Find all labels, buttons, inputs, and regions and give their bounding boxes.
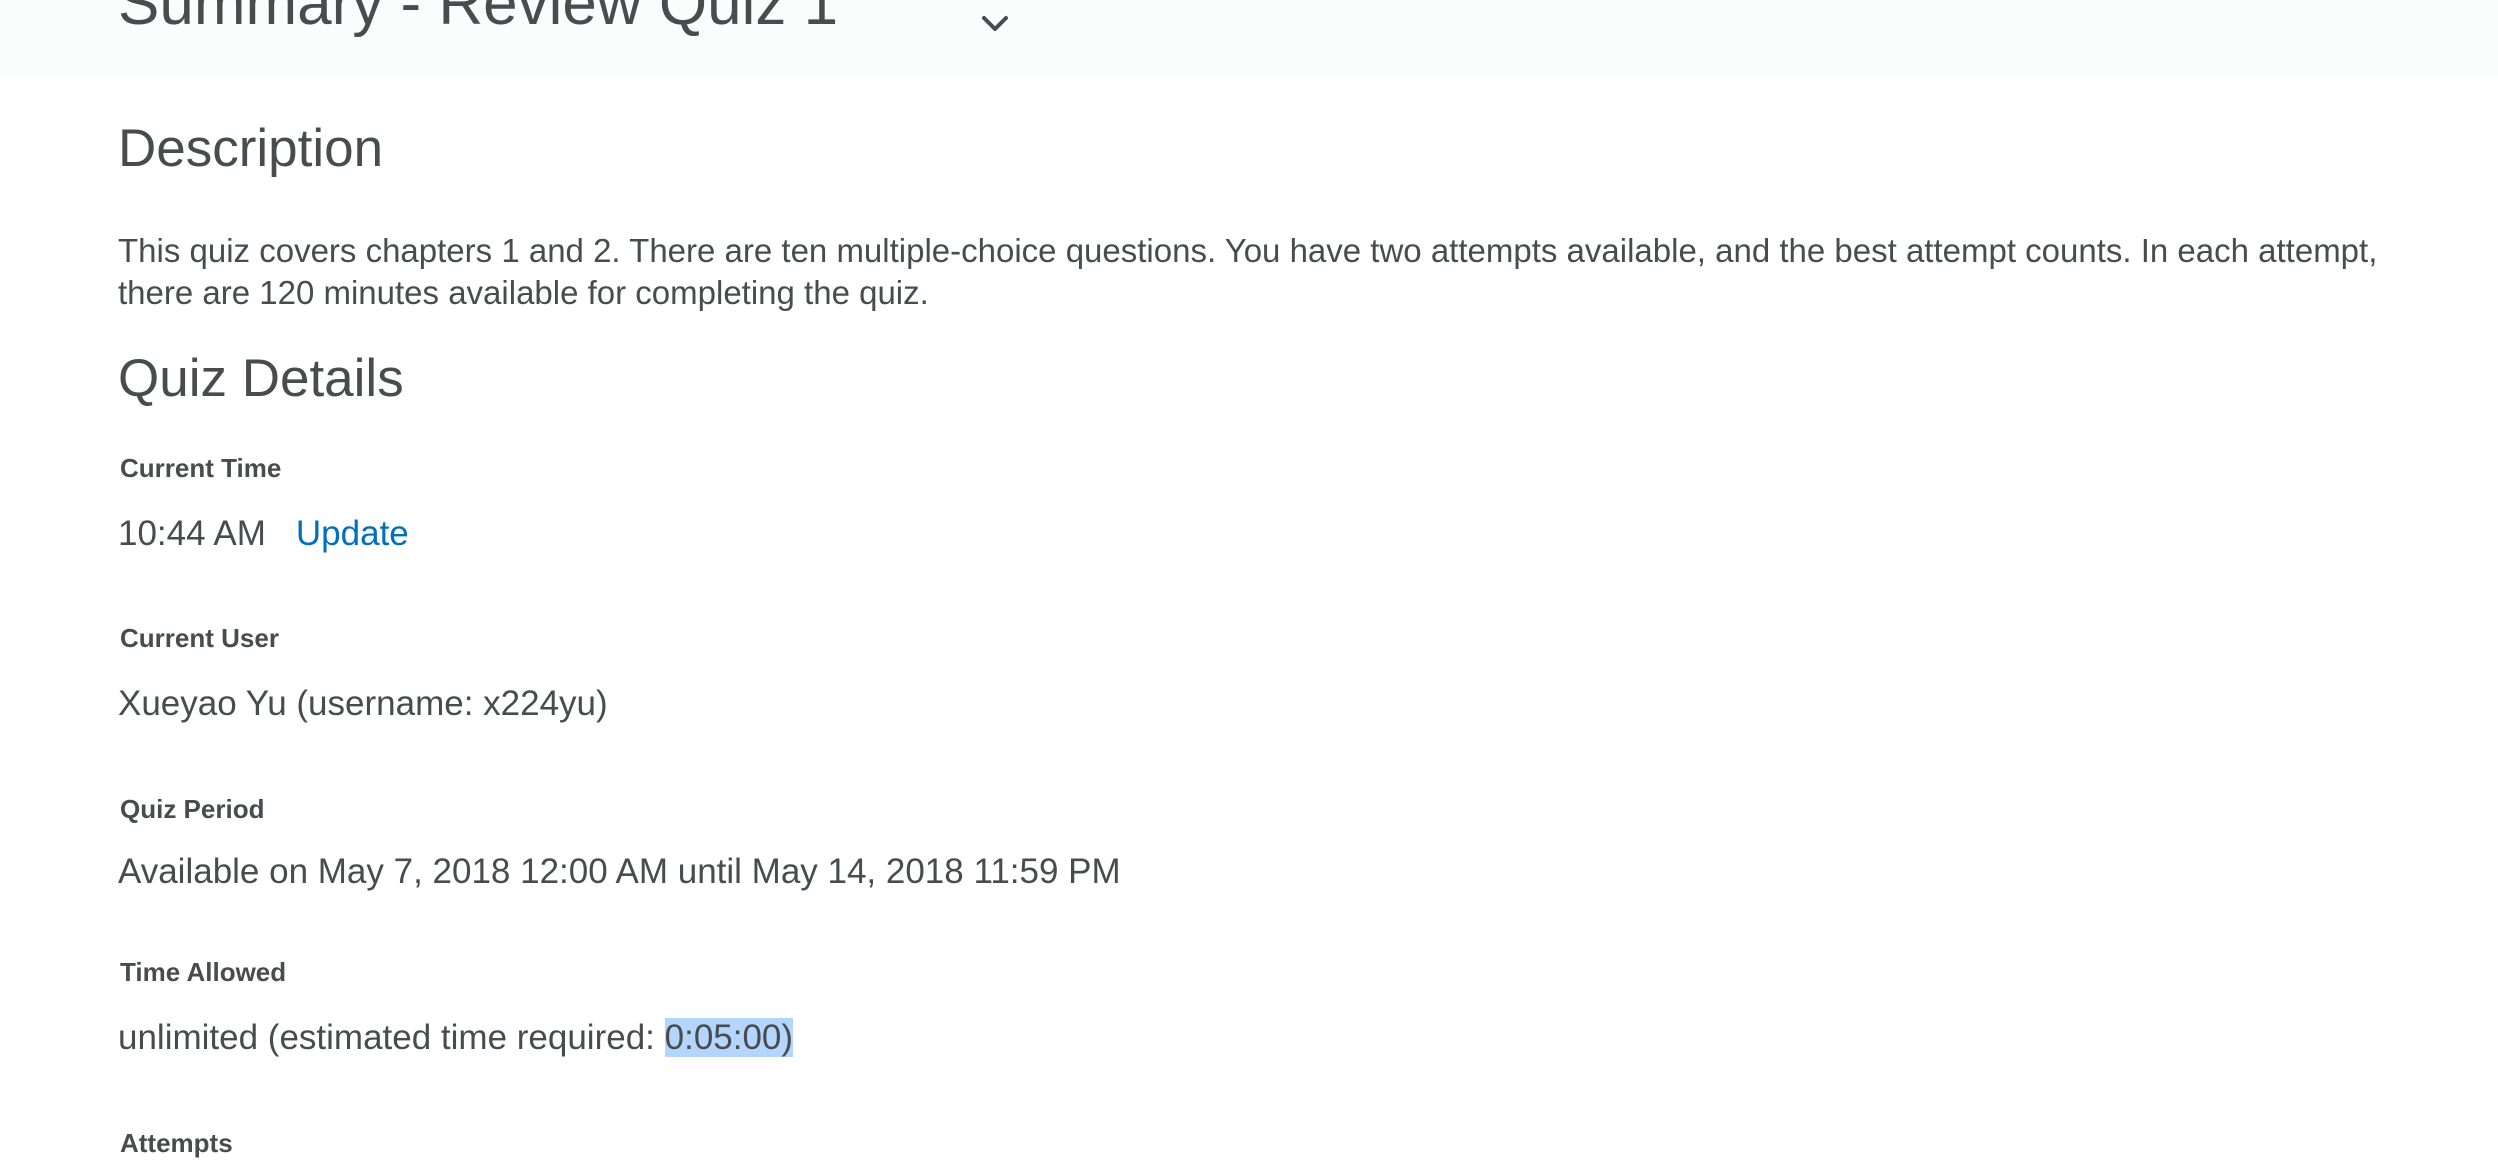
current-user-label: Current User bbox=[120, 623, 279, 653]
title-bar: Summary - Review Quiz 1 bbox=[0, 0, 2498, 74]
time-allowed-value: unlimited (estimated time required: bbox=[118, 1018, 665, 1057]
quiz-period-value: Available on May 7, 2018 12:00 AM until … bbox=[118, 852, 1121, 891]
current-user-value: Xueyao Yu (username: x224yu) bbox=[118, 684, 608, 723]
chevron-down-icon[interactable] bbox=[978, 6, 1012, 40]
current-time-value: 10:44 AM bbox=[118, 514, 266, 553]
selected-estimated-time: 0:05:00) bbox=[664, 1018, 794, 1057]
current-time-row: 10:44 AM Update bbox=[118, 512, 409, 556]
quiz-summary-page: Summary - Review Quiz 1 Description This… bbox=[0, 0, 2498, 1160]
description-text: This quiz covers chapters 1 and 2. There… bbox=[118, 232, 2378, 311]
attempts-label: Attempts bbox=[120, 1128, 233, 1158]
time-allowed-label: Time Allowed bbox=[120, 957, 287, 987]
update-time-link[interactable]: Update bbox=[296, 514, 409, 553]
current-time-label: Current Time bbox=[120, 453, 282, 483]
description-heading: Description bbox=[118, 119, 384, 178]
quiz-period-label: Quiz Period bbox=[120, 794, 265, 824]
page-title: Summary - Review Quiz 1 bbox=[118, 0, 839, 38]
time-allowed-row: unlimited (estimated time required: 0:05… bbox=[118, 1016, 794, 1060]
quiz-details-heading: Quiz Details bbox=[118, 349, 404, 408]
